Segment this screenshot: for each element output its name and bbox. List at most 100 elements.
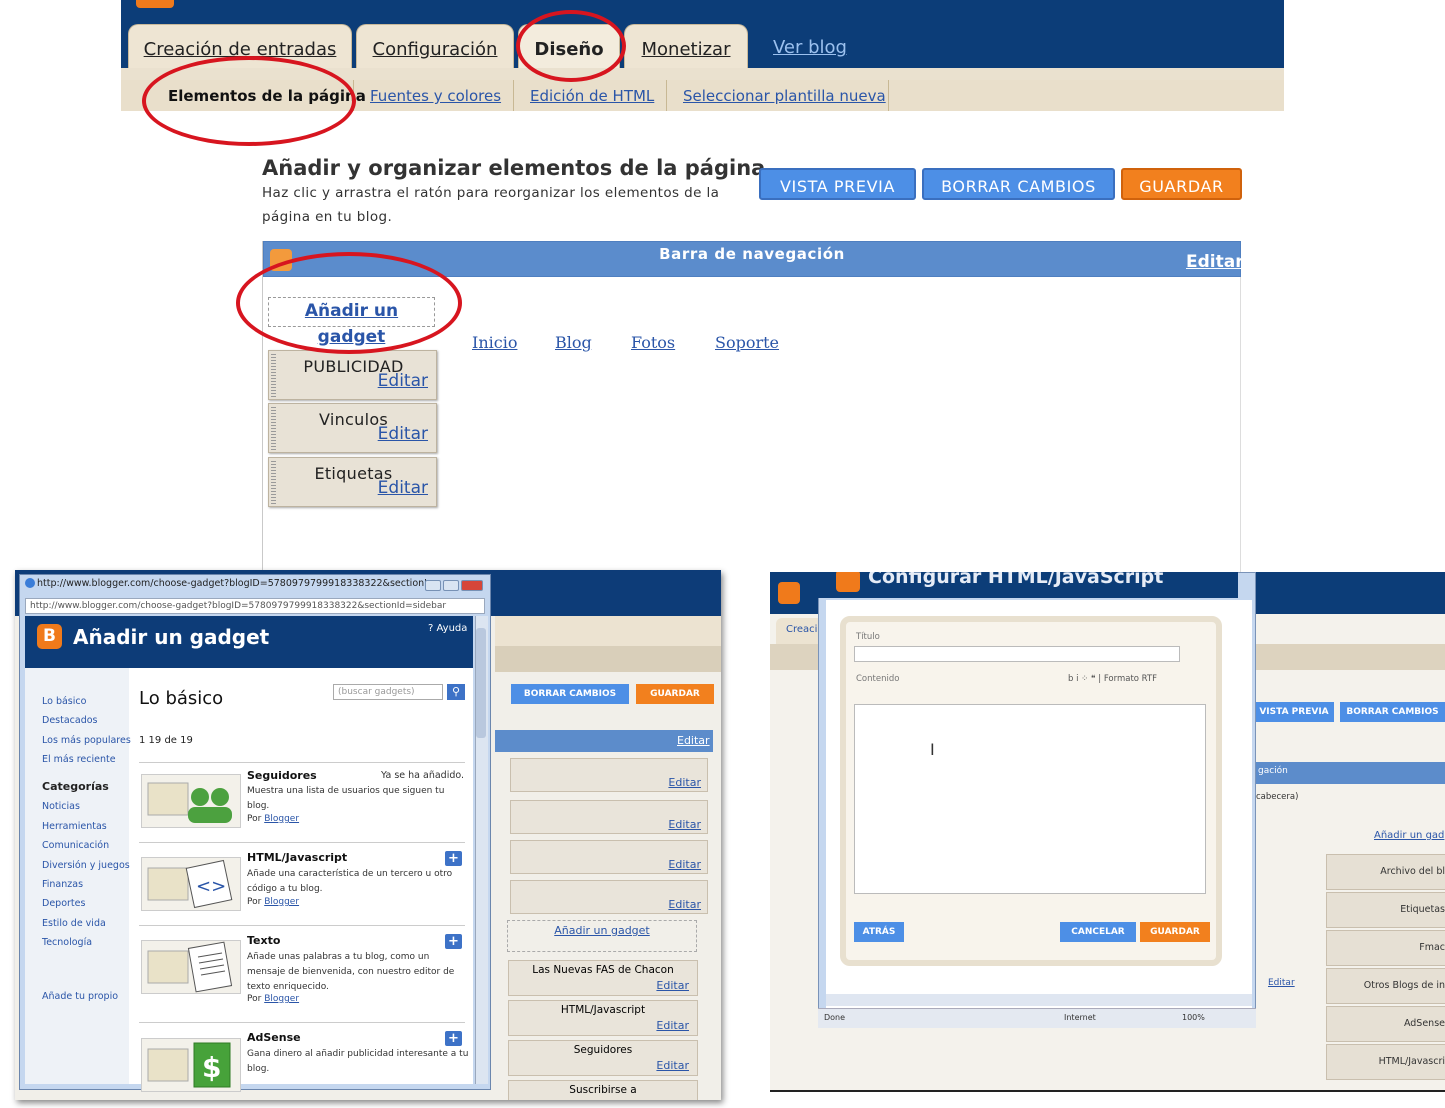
save-button[interactable]: GUARDAR	[1121, 168, 1242, 200]
author-link[interactable]: Blogger	[264, 994, 299, 1004]
adsense-gadget-icon: $	[141, 1038, 241, 1092]
nav-link-blog[interactable]: Blog	[555, 333, 592, 352]
category-comunicacion[interactable]: Comunicación	[42, 840, 109, 851]
gadget-author: Por Blogger	[247, 994, 300, 1004]
nav-link-soporte[interactable]: Soporte	[715, 333, 779, 352]
add-gadget-text[interactable]: Añadir un gadget	[305, 301, 398, 347]
bg-gadget: Archivo del bl	[1326, 854, 1445, 890]
category-noticias[interactable]: Noticias	[42, 801, 80, 812]
bg-gadget-name: Las Nuevas FAS de Chacon	[532, 964, 674, 976]
categories-heading: Categorías	[42, 780, 109, 793]
scrollbar-thumb[interactable]	[476, 628, 486, 738]
zoom-level[interactable]: 100%	[1182, 1009, 1205, 1027]
bg-note: cabecera)	[1256, 792, 1299, 802]
sidebar-item-reciente[interactable]: El más reciente	[42, 754, 116, 765]
sidebar-item-populares[interactable]: Los más populares	[42, 735, 131, 746]
bg-tab-label: Creaci	[786, 624, 818, 635]
category-diversion[interactable]: Diversión y juegos	[42, 860, 130, 871]
address-bar[interactable]: http://www.blogger.com/choose-gadget?blo…	[25, 598, 485, 614]
content-label: Contenido	[856, 674, 900, 684]
add-gadget-plus-icon[interactable]: +	[445, 851, 462, 866]
bg-edit-link: Editar	[677, 734, 710, 747]
html-javascript-screenshot: Creaci VISTA PREVIA BORRAR CAMBIOS gació…	[770, 572, 1445, 1092]
gadget-search-input[interactable]: (buscar gadgets)	[333, 684, 443, 700]
author-link[interactable]: Blogger	[264, 814, 299, 824]
bg-navbar: gación	[1254, 762, 1445, 784]
gadget-edit-link[interactable]: Editar	[378, 424, 428, 444]
preview-button[interactable]: VISTA PREVIA	[759, 168, 916, 200]
gadget-description: Muestra una lista de usuarios que siguen…	[247, 786, 445, 811]
bg-gadget: Etiquetas	[1326, 892, 1445, 928]
bg-edit-link: Editar	[1268, 978, 1295, 988]
background-tab: Creaci	[776, 618, 824, 644]
editor-toolbar[interactable]: b i ⁘ ❝ | Formato RTF	[1068, 674, 1157, 684]
gadget-title: Seguidores	[247, 769, 317, 782]
content-textarea[interactable]	[854, 704, 1206, 894]
page-description: Haz clic y arrastra el ratón para reorga…	[262, 185, 720, 225]
gadget-edit-link[interactable]: Editar	[378, 478, 428, 498]
bg-row: Editar	[510, 880, 708, 914]
tab-configuracion[interactable]: Configuración	[356, 24, 514, 68]
page-title: Añadir y organizar elementos de la págin…	[262, 156, 766, 180]
add-own-link[interactable]: Añade tu propio	[42, 991, 118, 1002]
tab-monetizar[interactable]: Monetizar	[624, 24, 748, 68]
subtab-edicion-html[interactable]: Edición de HTML	[514, 80, 667, 111]
add-gadget-plus-icon[interactable]: +	[445, 1031, 462, 1046]
gadget-description: Añade una característica de un tercero u…	[247, 869, 453, 894]
bg-gadget: Fmac	[1326, 930, 1445, 966]
gadget-author: Por Blogger	[247, 897, 300, 907]
save-button[interactable]: GUARDAR	[1140, 922, 1210, 942]
bg-row: Editar	[510, 840, 708, 874]
sidebar-item-destacados[interactable]: Destacados	[42, 715, 98, 726]
clear-changes-button[interactable]: BORRAR CAMBIOS	[922, 168, 1115, 200]
gadget-publicidad[interactable]: PUBLICIDAD Editar	[268, 350, 437, 400]
gadget-title: Texto	[247, 934, 281, 947]
cancel-button[interactable]: CANCELAR	[1060, 922, 1136, 942]
view-blog-link[interactable]: Ver blog	[773, 37, 847, 58]
gadget-title: HTML/Javascript	[247, 851, 348, 864]
bg-gadget: AdSense	[1326, 1006, 1445, 1042]
svg-text:$: $	[202, 1051, 221, 1084]
category-deportes[interactable]: Deportes	[42, 898, 85, 909]
bg-gadget-name: HTML/Javascript	[560, 1004, 646, 1016]
bg-clear-button: BORRAR CAMBIOS	[1340, 702, 1445, 722]
add-gadget-plus-icon[interactable]: +	[445, 934, 462, 949]
sidebar-item-basico[interactable]: Lo básico	[42, 696, 86, 707]
gadget-edit-link[interactable]: Editar	[378, 371, 428, 391]
nav-link-fotos[interactable]: Fotos	[631, 333, 675, 352]
bg-add-gadget-text: Añadir un gadget	[554, 924, 650, 937]
minimize-icon[interactable]	[425, 580, 441, 591]
horizontal-scrollbar[interactable]	[826, 994, 1252, 1006]
dialog-title: Añadir un gadget	[73, 625, 270, 649]
title-input[interactable]	[854, 646, 1180, 662]
back-button[interactable]: ATRÁS	[854, 922, 904, 942]
add-gadget-link[interactable]: Añadir un gadget	[268, 297, 435, 347]
search-icon[interactable]: ⚲	[447, 684, 465, 700]
category-estilo-vida[interactable]: Estilo de vida	[42, 918, 106, 929]
author-link[interactable]: Blogger	[264, 897, 299, 907]
category-tecnologia[interactable]: Tecnología	[42, 937, 92, 948]
tab-diseno[interactable]: Diseño	[518, 24, 620, 68]
bg-edit-link: Editar	[668, 858, 701, 871]
bg-gadget: Otros Blogs de in	[1326, 968, 1445, 1004]
help-link[interactable]: ? Ayuda	[428, 623, 467, 634]
nav-link-inicio[interactable]: Inicio	[472, 333, 517, 352]
divider	[1240, 277, 1241, 572]
subtab-seleccionar-plantilla[interactable]: Seleccionar plantilla nueva	[667, 80, 889, 111]
bg-gadget-name: Seguidores	[573, 1044, 633, 1056]
bg-gadget: Suscribirse a	[508, 1080, 698, 1100]
maximize-icon[interactable]	[443, 580, 459, 591]
divider	[139, 762, 465, 763]
subtab-fuentes-colores[interactable]: Fuentes y colores	[354, 80, 514, 111]
followers-gadget-icon	[141, 774, 241, 828]
tab-creacion-entradas[interactable]: Creación de entradas	[128, 24, 352, 68]
bg-edit-link: Editar	[668, 776, 701, 789]
category-finanzas[interactable]: Finanzas	[42, 879, 83, 890]
subtab-elementos-pagina[interactable]: Elementos de la página	[152, 80, 366, 111]
bg-gadget: HTML/Javascri	[1326, 1044, 1445, 1080]
gadget-etiquetas[interactable]: Etiquetas Editar	[268, 457, 437, 507]
navbar-edit-link[interactable]: Editar	[1186, 252, 1244, 272]
category-herramientas[interactable]: Herramientas	[42, 821, 107, 832]
gadget-vinculos[interactable]: Vinculos Editar	[268, 403, 437, 453]
close-icon[interactable]	[461, 580, 483, 591]
